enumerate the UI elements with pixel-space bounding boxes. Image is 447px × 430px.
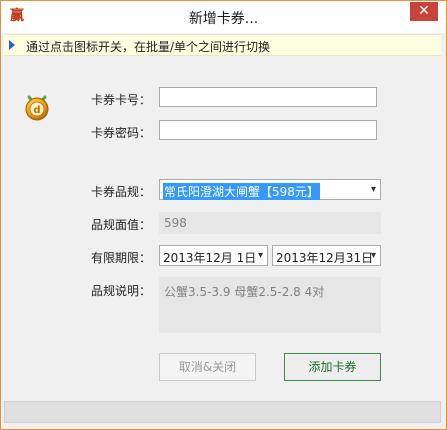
description-label: 品规说明：	[91, 284, 152, 298]
chevron-down-icon: ▾	[370, 250, 376, 261]
description-field: 公蟹3.5-3.9 母蟹2.5-2.8 4对	[159, 277, 381, 333]
title-bar: 赢 新增卡券... ✕	[1, 1, 446, 33]
add-card-button[interactable]: 添加卡券	[284, 353, 381, 381]
validity-end-value: 2013年12月31日	[276, 251, 374, 265]
window-title: 新增卡券...	[188, 11, 259, 27]
arrow-right-icon	[9, 40, 15, 50]
product-select[interactable]: 常氏阳澄湖大闸蟹【598元】 ▾	[159, 179, 381, 200]
card-password-input[interactable]	[159, 120, 377, 140]
validity-label: 有限期限：	[91, 251, 152, 265]
face-value-field: 598	[159, 212, 381, 234]
new-card-dialog: 赢 新增卡券... ✕ 通过点击图标开关，在批量/单个之间进行切换 d 卡券卡号…	[0, 0, 447, 430]
hint-text: 通过点击图标开关，在批量/单个之间进行切换	[26, 40, 271, 54]
validity-start-picker[interactable]: 2013年12月 1日 ▾	[159, 245, 268, 266]
gold-coin-icon[interactable]: d	[23, 93, 51, 121]
card-number-input[interactable]	[159, 87, 377, 107]
chevron-down-icon: ▾	[370, 184, 376, 195]
svg-text:d: d	[33, 105, 40, 116]
face-value-label: 品规面值：	[91, 218, 152, 232]
card-number-label: 卡券卡号：	[91, 93, 152, 107]
chevron-down-icon: ▾	[257, 250, 263, 261]
validity-start-value: 2013年12月 1日	[163, 251, 257, 265]
validity-end-picker[interactable]: 2013年12月31日 ▾	[272, 245, 381, 266]
cancel-close-button[interactable]: 取消&关闭	[159, 353, 256, 381]
status-bar	[4, 401, 441, 423]
product-select-value: 常氏阳澄湖大闸蟹【598元】	[163, 183, 320, 200]
card-password-label: 卡券密码：	[91, 126, 152, 140]
description-value: 公蟹3.5-3.9 母蟹2.5-2.8 4对	[164, 285, 325, 299]
close-button[interactable]: ✕	[410, 2, 438, 21]
product-label: 卡券品规：	[91, 185, 152, 199]
face-value: 598	[164, 216, 187, 230]
hint-bar: 通过点击图标开关，在批量/单个之间进行切换	[4, 34, 441, 56]
